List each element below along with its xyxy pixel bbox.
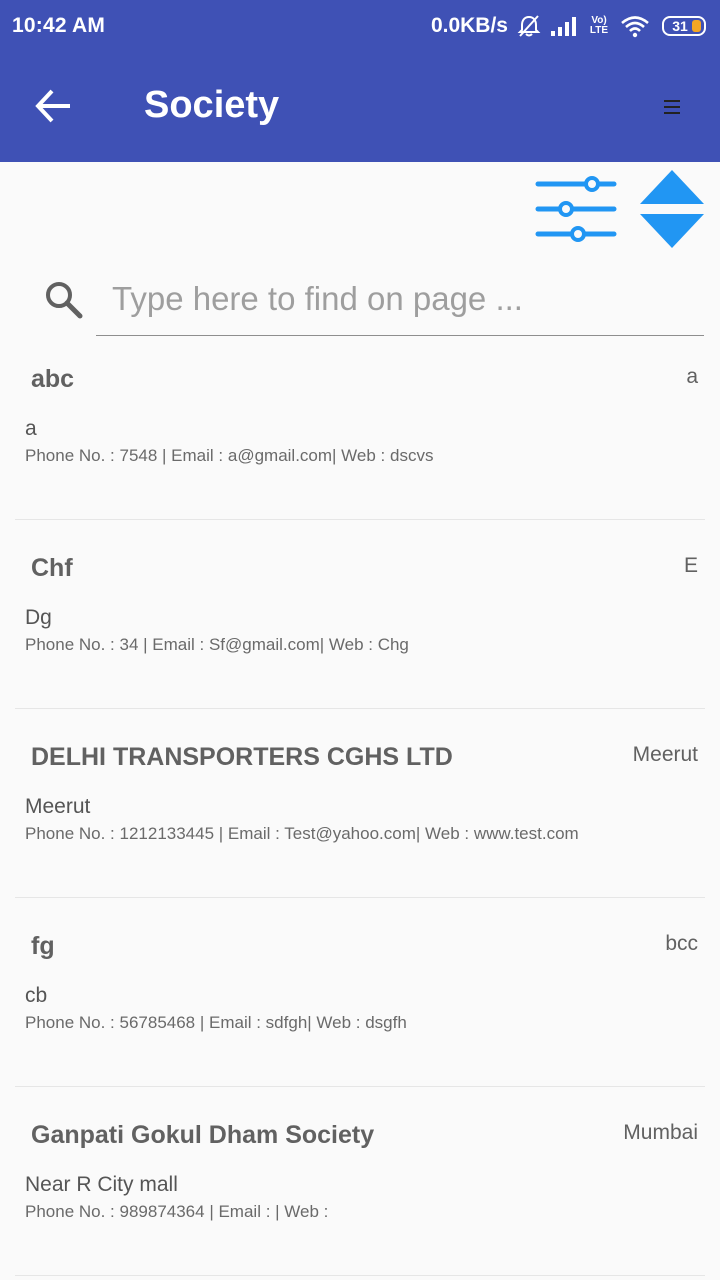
wifi-icon [620,13,650,39]
society-contact-details: Phone No. : 1212133445 | Email : Test@ya… [25,824,579,843]
search-icon [42,278,86,322]
list-item[interactable]: Chf E Dg Phone No. : 34 | Email : Sf@gma… [15,520,705,709]
search-input[interactable] [96,270,704,336]
society-city: bcc [665,932,698,955]
society-list: abc a a Phone No. : 7548 | Email : a@gma… [0,331,720,1276]
page-title: Society [144,84,280,126]
society-contact-details: Phone No. : 56785468 | Email : sdfgh| We… [25,1013,407,1032]
society-city: Meerut [632,743,698,766]
app-bar: Society [0,52,720,162]
list-item[interactable]: Ganpati Gokul Dham Society Mumbai Near R… [15,1087,705,1276]
filter-sliders-icon[interactable] [534,172,618,244]
society-name: Chf [31,554,73,582]
battery-icon: 31 [662,16,706,36]
society-contact-details: Phone No. : 989874364 | Email : | Web : [25,1202,329,1221]
list-item[interactable]: fg bcc cb Phone No. : 56785468 | Email :… [15,898,705,1087]
status-icons: 0.0KB/s Vo) LTE 31 [431,13,706,39]
battery-level: 31 [672,18,688,34]
society-name: fg [31,932,55,960]
society-contact-details: Phone No. : 34 | Email : Sf@gmail.com| W… [25,635,409,654]
search-bar [0,260,720,340]
society-city: E [683,554,698,577]
society-address: Meerut [25,795,91,818]
list-item[interactable]: DELHI TRANSPORTERS CGHS LTD Meerut Meeru… [15,709,705,898]
society-city: Mumbai [623,1121,698,1144]
society-name: abc [31,365,75,393]
list-item[interactable]: abc a a Phone No. : 7548 | Email : a@gma… [15,331,705,520]
volte-icon: Vo) LTE [589,15,609,36]
mute-alarm-icon [516,13,542,39]
society-address: a [25,417,37,440]
society-address: Dg [25,606,52,629]
society-name: DELHI TRANSPORTERS CGHS LTD [31,743,453,771]
society-address: cb [25,984,48,1007]
status-bar: 10:42 AM 0.0KB/s Vo) LTE 31 [0,0,720,52]
society-name: Ganpati Gokul Dham Society [31,1121,375,1149]
society-city: a [686,365,698,388]
sort-up-down-icon[interactable] [638,168,706,252]
signal-icon [550,13,578,39]
network-speed: 0.0KB/s [430,14,508,37]
status-time: 10:42 AM [12,14,106,37]
society-contact-details: Phone No. : 7548 | Email : a@gmail.com| … [25,446,434,465]
society-address: Near R City mall [25,1173,178,1196]
back-arrow-icon[interactable] [30,84,78,128]
menu-icon[interactable] [656,94,686,120]
